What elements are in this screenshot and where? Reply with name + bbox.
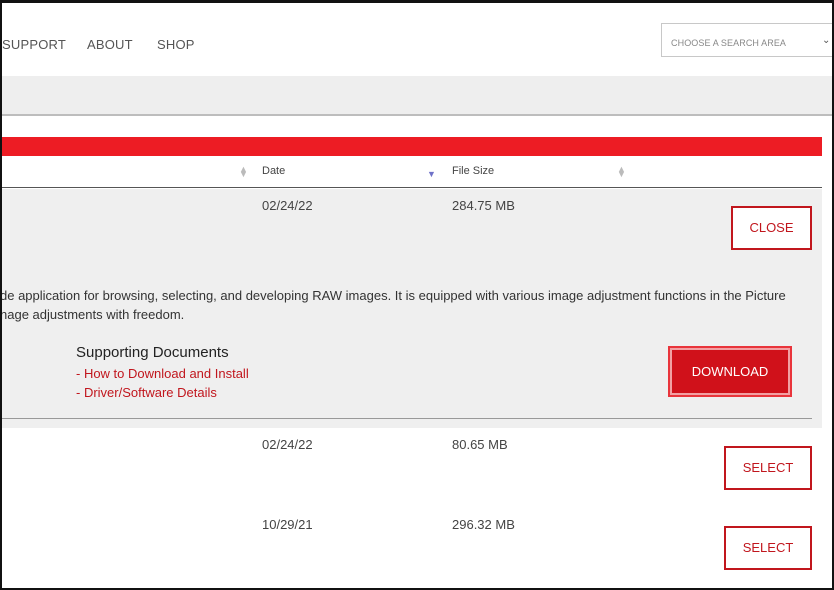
download-button[interactable]: DOWNLOAD	[668, 346, 792, 397]
search-area-placeholder: CHOOSE A SEARCH AREA	[671, 38, 787, 48]
table-header: ▲ ▼ Date ▼ File Size ▲ ▼	[0, 157, 822, 188]
header-file-size[interactable]: File Size	[452, 165, 494, 177]
how-to-install-link[interactable]: - How to Download and Install	[76, 366, 249, 381]
row-file-size: 80.65 MB	[452, 437, 508, 452]
row-divider	[0, 418, 812, 419]
chevron-down-icon: ⌄	[822, 35, 831, 46]
nav-shop-link[interactable]: SHOP	[157, 37, 195, 52]
description-line: de application for browsing, selecting, …	[0, 288, 786, 303]
close-button[interactable]: CLOSE	[731, 206, 812, 250]
top-nav: SUPPORT ABOUT SHOP CHOOSE A SEARCH AREA …	[0, 0, 834, 76]
table-title-bar	[0, 137, 822, 156]
software-details-link[interactable]: - Driver/Software Details	[76, 385, 217, 400]
row-date: 02/24/22	[262, 198, 313, 213]
row-date: 02/24/22	[262, 437, 313, 452]
table-row: 02/24/22 80.65 MB SELECT	[0, 428, 822, 508]
nav-support-link[interactable]: SUPPORT	[2, 37, 66, 52]
select-button[interactable]: SELECT	[724, 446, 812, 490]
header-date[interactable]: Date	[262, 165, 285, 177]
nav-about-link[interactable]: ABOUT	[87, 37, 133, 52]
select-button[interactable]: SELECT	[724, 526, 812, 570]
table-row: 10/29/21 296.32 MB SELECT	[0, 508, 822, 588]
sort-icon[interactable]: ▲ ▼	[239, 165, 248, 179]
sort-desc-icon[interactable]: ▼	[427, 170, 436, 179]
description-line: nage adjustments with freedom.	[0, 307, 185, 322]
row-file-size: 296.32 MB	[452, 517, 515, 532]
sort-icon[interactable]: ▲ ▼	[617, 165, 626, 179]
subheader-bar	[0, 76, 834, 116]
row-file-size: 284.75 MB	[452, 198, 515, 213]
supporting-documents-title: Supporting Documents	[76, 344, 229, 361]
row-date: 10/29/21	[262, 517, 313, 532]
expanded-row: 02/24/22 284.75 MB CLOSE de application …	[0, 189, 822, 428]
software-description: de application for browsing, selecting, …	[0, 286, 820, 324]
search-area-select[interactable]: CHOOSE A SEARCH AREA ⌄	[661, 23, 834, 57]
